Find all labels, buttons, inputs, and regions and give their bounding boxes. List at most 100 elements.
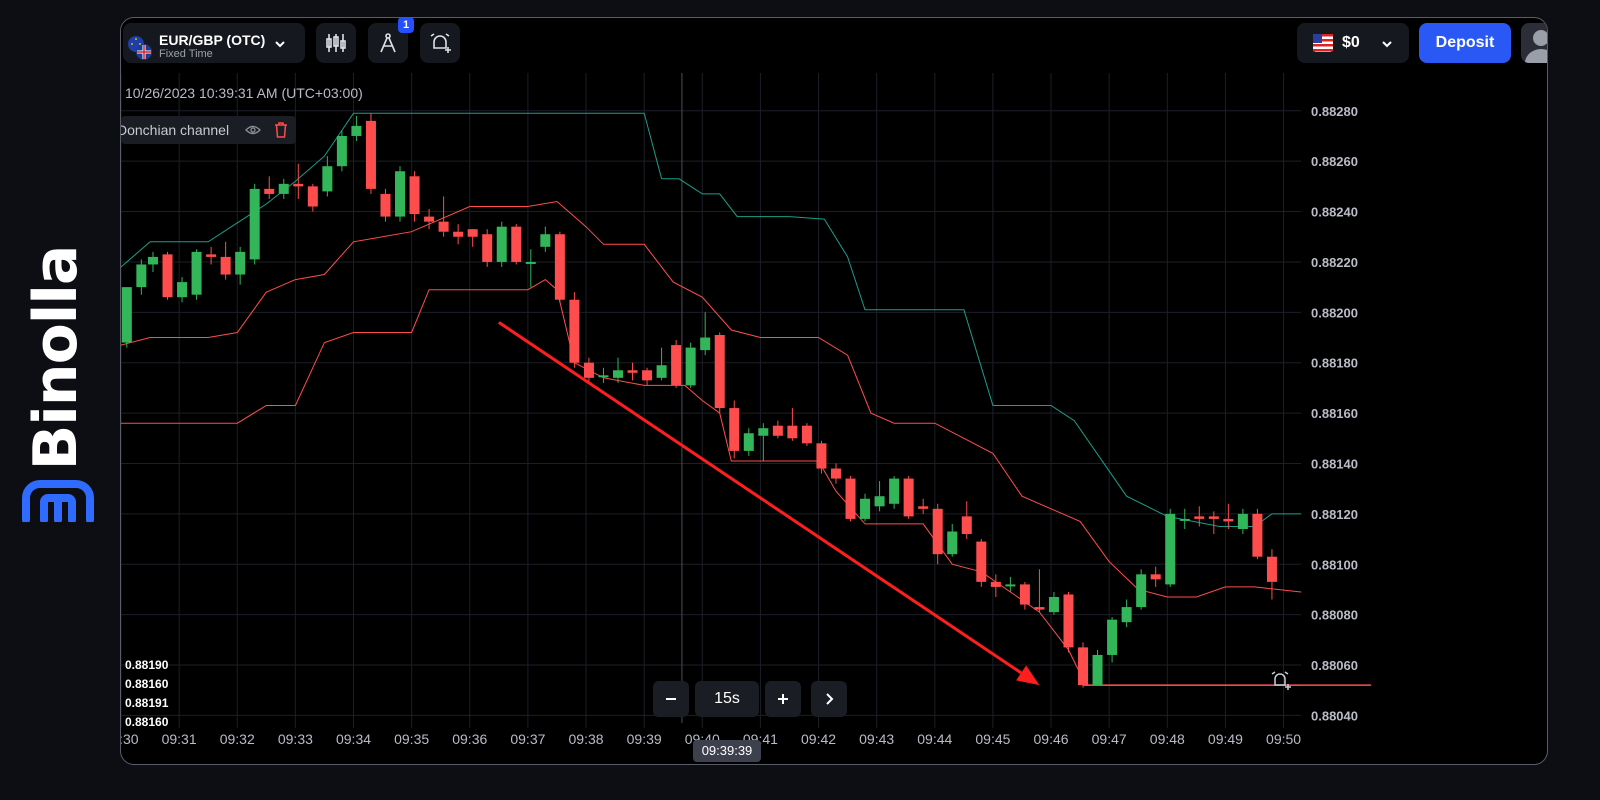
candle-body (1194, 516, 1205, 519)
candle (830, 463, 841, 484)
price-tick-label: 0.88100 (1311, 557, 1358, 572)
candle (336, 130, 347, 172)
candle (540, 226, 551, 252)
candle (136, 259, 147, 295)
candle (961, 501, 972, 540)
candle (278, 178, 289, 199)
candle (947, 523, 958, 557)
candle (845, 476, 856, 522)
candle-body (1078, 647, 1089, 686)
price-alert-icon[interactable] (1269, 669, 1293, 691)
candle-body (874, 496, 885, 507)
scroll-right-button[interactable] (811, 681, 847, 717)
candle (1078, 642, 1089, 688)
candle-body (714, 335, 725, 409)
candle-body (1063, 594, 1074, 648)
zoom-out-button[interactable] (653, 681, 689, 717)
candle (1237, 508, 1248, 535)
drawing-tools-button[interactable]: 1 (368, 18, 414, 63)
candle (656, 347, 667, 381)
candle-body (889, 478, 900, 504)
candle (1150, 566, 1161, 587)
candle (322, 156, 333, 197)
candle (1266, 549, 1277, 600)
price-chart[interactable]: 0.88280 0.88260 0.88240 0.88220 0.88200 0.881… (121, 18, 1547, 764)
chevron-right-icon (826, 693, 834, 705)
ohlc-high: 0.88160 (125, 677, 169, 691)
candle (932, 503, 943, 565)
time-tick-label: 09:39 (627, 731, 662, 747)
chevron-down-icon (1382, 41, 1392, 48)
profile-avatar[interactable] (1521, 23, 1547, 63)
candle-body (220, 256, 231, 275)
candle-body (743, 433, 754, 451)
candle-body (656, 365, 667, 378)
candle-body (395, 171, 406, 217)
candles-indicator-icon (326, 34, 346, 52)
candle-body (758, 428, 769, 436)
candle (1165, 508, 1176, 587)
us-flag-icon (1313, 34, 1333, 52)
time-tick-label: 09:32 (220, 731, 255, 747)
candle (249, 183, 260, 265)
add-alert-button[interactable] (420, 23, 460, 63)
candle-body (816, 443, 827, 469)
zoom-in-button[interactable] (765, 681, 801, 717)
candle-body (612, 370, 623, 378)
candle-body (336, 135, 347, 167)
time-tick-label: 09:30 (121, 731, 139, 747)
candle-body (947, 531, 958, 555)
candle-body (1034, 607, 1045, 610)
candle (264, 176, 275, 199)
candle-body (1107, 619, 1118, 655)
balance-selector[interactable]: $0 (1297, 23, 1409, 63)
time-tick-label: 09:36 (452, 731, 487, 747)
time-tick-label: 09:46 (1034, 731, 1069, 747)
candle (482, 229, 493, 267)
time-tick-label: 09:38 (569, 731, 604, 747)
ohlc-close: 0.88191 (125, 696, 169, 710)
time-tick-label: 09:47 (1092, 731, 1127, 747)
eye-icon[interactable] (245, 123, 261, 137)
candle (409, 171, 420, 222)
candle-body (1252, 513, 1263, 557)
time-tick-label: 09:33 (278, 731, 313, 747)
candle-body (860, 498, 871, 519)
chart-datetime: 10/26/2023 10:39:31 AM (UTC+03:00) (125, 85, 363, 101)
trash-icon[interactable] (274, 122, 288, 138)
candle-body (583, 362, 594, 378)
indicator-chip: Donchian channel (121, 116, 296, 144)
balance-amount: $0 (1342, 34, 1360, 51)
candle-body (1208, 516, 1219, 519)
brand-sidebar: Binolla (0, 0, 118, 800)
candle-body (380, 193, 391, 217)
candle (147, 251, 158, 273)
deposit-button[interactable]: Deposit (1419, 23, 1511, 63)
candle-body (293, 183, 304, 187)
price-tick-label: 0.88040 (1311, 708, 1358, 723)
candle (554, 231, 565, 303)
timeframe-value[interactable]: 15s (695, 681, 759, 717)
candle (627, 362, 638, 381)
price-tick-label: 0.88080 (1311, 608, 1358, 623)
price-tick-label: 0.88160 (1311, 406, 1358, 421)
candle-body (918, 506, 929, 509)
candle-body (162, 254, 173, 298)
candle-body (235, 251, 246, 275)
candle (612, 357, 623, 383)
candle-body (1005, 584, 1016, 587)
candle-body (540, 234, 551, 247)
price-tick-label: 0.88180 (1311, 356, 1358, 371)
candle (380, 188, 391, 222)
indicators-button[interactable] (316, 23, 356, 63)
drawings-count-badge: 1 (398, 18, 414, 33)
candle-body (278, 183, 289, 194)
candle-body (482, 234, 493, 262)
asset-selector[interactable]: EUR/GBP (OTC) Fixed Time (123, 23, 305, 63)
candle-body (307, 186, 318, 207)
candle-body (249, 188, 260, 260)
candle (918, 498, 929, 514)
candle-body (845, 478, 856, 519)
user-avatar-icon (1525, 30, 1547, 63)
candle-body (627, 370, 638, 373)
